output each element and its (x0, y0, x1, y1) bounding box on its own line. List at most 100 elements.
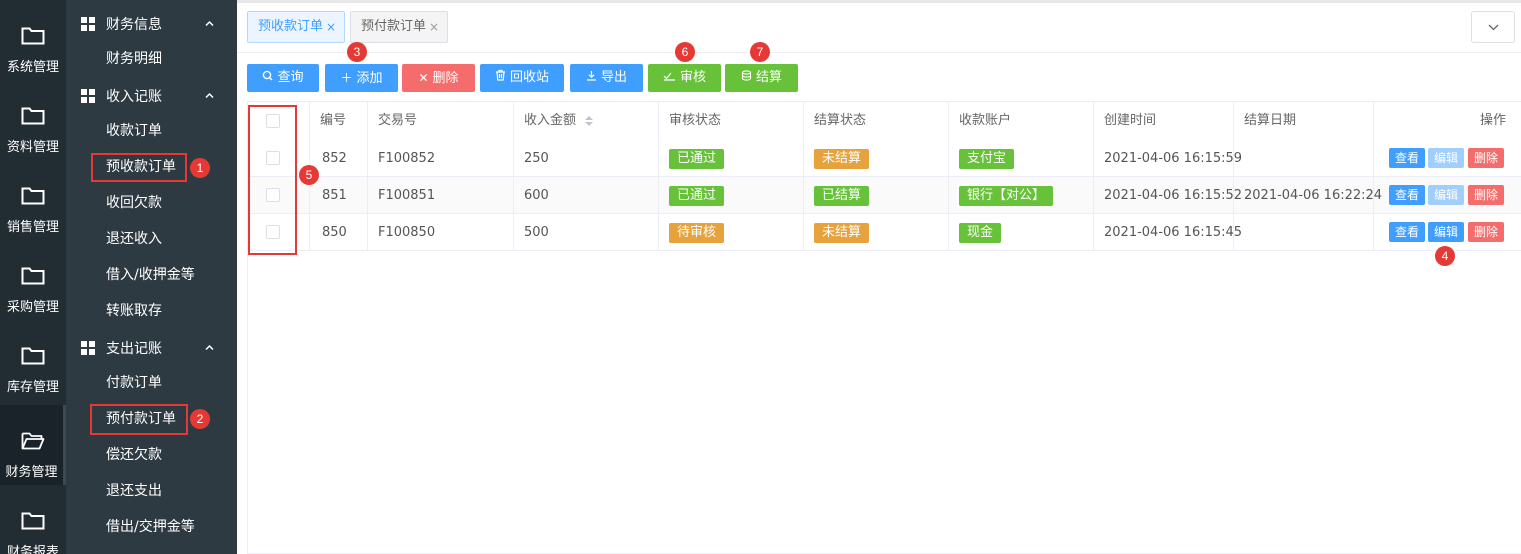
annotation-badge: 1 (190, 158, 210, 178)
cell-amount: 600 (514, 177, 659, 214)
account-badge: 银行【对公】 (959, 185, 1054, 206)
sidebar-group-label: 支出记账 (106, 341, 162, 357)
folder-icon (21, 187, 45, 205)
folder-icon (21, 512, 45, 530)
delete-row-button[interactable]: 删除 (1468, 222, 1504, 242)
cell-trade-no: F100850 (368, 214, 514, 251)
view-button[interactable]: 查看 (1389, 222, 1425, 242)
header-account: 收款账户 (949, 102, 1094, 140)
rail-item-inventory[interactable]: 库存管理 (0, 320, 66, 400)
add-label: 添加 (356, 71, 383, 86)
folder-icon (21, 107, 45, 125)
tab-advance-payment[interactable]: 预付款订单 × (350, 11, 448, 43)
annotation-badge: 3 (347, 42, 367, 62)
grid-icon (81, 341, 95, 355)
close-icon: ✕ (418, 71, 429, 85)
cell-amount: 250 (514, 140, 659, 177)
chevron-down-icon (1488, 24, 1499, 31)
sidebar-group-expense[interactable]: 支出记账 (66, 329, 237, 365)
header-audit-status: 审核状态 (659, 102, 804, 140)
tabs-dropdown-button[interactable] (1471, 11, 1515, 43)
sidebar-item-transfer[interactable]: 转账取存 (106, 293, 162, 329)
cell-trade-no: F100851 (368, 177, 514, 214)
cell-trade-no: F100852 (368, 140, 514, 177)
cell-created-time: 2021-04-06 16:15:59 (1094, 140, 1242, 177)
rail-item-label: 财务管理 (5, 465, 58, 480)
rail-item-finance[interactable]: 财务管理 (0, 405, 66, 485)
cell-account: 支付宝 (949, 140, 1094, 177)
cell-settle-date (1234, 214, 1374, 251)
cell-settle-status: 已结算 (804, 177, 949, 214)
audit-label: 审核 (679, 70, 706, 85)
recycle-bin-label: 回收站 (509, 70, 549, 85)
table-row: 852 F100852 250 已通过 未结算 支付宝 2021-04-06 1… (248, 140, 1521, 177)
close-icon[interactable]: × (326, 12, 336, 42)
rail-item-system[interactable]: 系统管理 (0, 0, 66, 80)
delete-row-button[interactable]: 删除 (1468, 148, 1504, 168)
sidebar-group-label: 财务信息 (106, 17, 162, 33)
header-amount[interactable]: 收入金额 (514, 102, 659, 140)
tab-label: 预付款订单 (361, 19, 427, 34)
view-button[interactable]: 查看 (1389, 148, 1425, 168)
cell-amount: 500 (514, 214, 659, 251)
rail-item-data[interactable]: 资料管理 (0, 80, 66, 160)
chevron-up-icon (205, 344, 214, 351)
rail-item-sales[interactable]: 销售管理 (0, 160, 66, 240)
close-icon[interactable]: × (429, 12, 439, 42)
edit-button[interactable]: 编辑 (1428, 148, 1464, 168)
rail-item-purchase[interactable]: 采购管理 (0, 240, 66, 320)
orders-table: 编号 交易号 收入金额 审核状态 结算状态 收款账户 创建时间 结算日期 操作 … (247, 101, 1521, 554)
settle-button[interactable]: 结算 (725, 64, 798, 92)
table-header: 编号 交易号 收入金额 审核状态 结算状态 收款账户 创建时间 结算日期 操作 (248, 102, 1521, 140)
chevron-up-icon (205, 20, 214, 27)
status-badge: 已通过 (669, 185, 725, 206)
sidebar-item-repay-debt[interactable]: 偿还欠款 (106, 437, 162, 473)
account-badge: 现金 (959, 222, 1002, 243)
export-button[interactable]: 导出 (570, 64, 643, 92)
recycle-bin-button[interactable]: 回收站 (480, 64, 564, 92)
cell-actions: 查看 编辑 删除 (1374, 140, 1521, 177)
sidebar-item-refund-income[interactable]: 退还收入 (106, 221, 162, 257)
highlight-box (91, 153, 187, 182)
cell-settle-status: 未结算 (804, 140, 949, 177)
sidebar-item-payment-order[interactable]: 付款订单 (106, 365, 162, 401)
header-settle-status: 结算状态 (804, 102, 949, 140)
rail-item-label: 采购管理 (6, 300, 59, 315)
annotation-badge: 7 (750, 42, 770, 62)
sort-icon[interactable] (584, 115, 594, 127)
cell-actions: 查看 编辑 删除 (1374, 177, 1521, 214)
delete-button[interactable]: ✕ 删除 (402, 64, 475, 92)
sidebar-group-income[interactable]: 收入记账 (66, 77, 237, 113)
edit-button[interactable]: 编辑 (1428, 222, 1464, 242)
sidebar-item-recover-debt[interactable]: 收回欠款 (106, 185, 162, 221)
header-id: 编号 (310, 102, 368, 140)
audit-button[interactable]: 审核 (648, 64, 721, 92)
module-rail: 系统管理 资料管理 销售管理 采购管理 库存管理 财务管理 财务报表 (0, 0, 66, 554)
status-badge: 已通过 (669, 148, 725, 169)
view-button[interactable]: 查看 (1389, 185, 1425, 205)
sidebar-item-finance-detail[interactable]: 财务明细 (106, 41, 162, 77)
sidebar-item-lend-out[interactable]: 借出/交押金等 (106, 509, 195, 545)
annotation-badge: 6 (675, 42, 695, 62)
sidebar-group-finance-info[interactable]: 财务信息 (66, 5, 237, 41)
cell-settle-date: 2021-04-06 16:22:24 (1234, 177, 1382, 214)
folder-open-icon (21, 432, 45, 450)
cell-settle-date (1234, 140, 1374, 177)
folder-icon (21, 27, 45, 45)
sidebar-item-borrow-in[interactable]: 借入/收押金等 (106, 257, 195, 293)
header-settle-date: 结算日期 (1234, 102, 1374, 140)
cell-audit-status: 待审核 (659, 214, 804, 251)
rail-item-label: 销售管理 (6, 220, 59, 235)
delete-row-button[interactable]: 删除 (1468, 185, 1504, 205)
cell-account: 现金 (949, 214, 1094, 251)
query-button[interactable]: 查询 (247, 64, 319, 92)
cell-audit-status: 已通过 (659, 140, 804, 177)
rail-item-label: 财务报表 (6, 545, 59, 554)
edit-button[interactable]: 编辑 (1428, 185, 1464, 205)
sidebar-item-receipt-order[interactable]: 收款订单 (106, 113, 162, 149)
add-button[interactable]: ＋添加 (325, 64, 398, 92)
rail-item-reports[interactable]: 财务报表 (0, 485, 66, 554)
cell-settle-status: 未结算 (804, 214, 949, 251)
sidebar-item-refund-expense[interactable]: 退还支出 (106, 473, 162, 509)
tab-advance-receipt[interactable]: 预收款订单 × (247, 11, 345, 43)
